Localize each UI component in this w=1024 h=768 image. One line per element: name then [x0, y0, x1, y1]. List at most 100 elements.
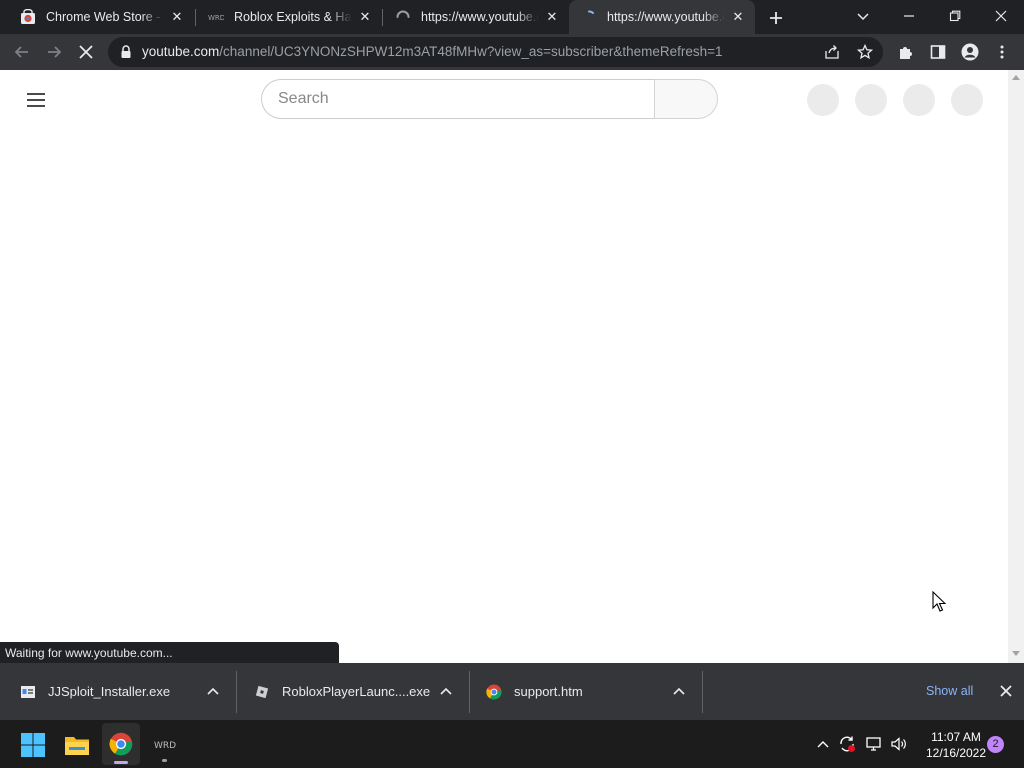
youtube-search-input[interactable]: Search	[261, 79, 655, 119]
restore-icon	[949, 10, 961, 22]
scroll-up-arrow-icon[interactable]	[1012, 74, 1020, 80]
youtube-page: Search	[0, 70, 1008, 663]
tab-youtube-loading[interactable]: https://www.youtube.com/ ✕	[383, 0, 569, 34]
page-scrollbar[interactable]	[1008, 70, 1024, 663]
placeholder-circle	[903, 84, 935, 116]
hamburger-menu-icon	[27, 93, 45, 107]
forward-button[interactable]	[40, 38, 68, 66]
download-filename: JJSploit_Installer.exe	[48, 684, 171, 699]
back-button[interactable]	[8, 38, 36, 66]
tab-chrome-web-store[interactable]: Chrome Web Store - Extensions ✕	[8, 0, 194, 34]
svg-text:WRD: WRD	[208, 14, 224, 22]
close-tab-icon[interactable]: ✕	[356, 8, 374, 26]
loading-spinner-icon	[588, 10, 594, 14]
tab-title: https://www.youtube.com/	[607, 10, 725, 24]
download-item[interactable]: JJSploit_Installer.exe	[20, 663, 170, 720]
tab-youtube-active[interactable]: https://www.youtube.com/ ✕	[569, 0, 755, 34]
profile-button[interactable]	[956, 38, 984, 66]
minimize-icon	[904, 15, 914, 17]
placeholder-circle	[855, 84, 887, 116]
windows-start-icon[interactable]	[20, 732, 46, 758]
installer-file-icon	[21, 685, 35, 698]
download-item[interactable]: support.htm	[486, 663, 583, 720]
close-icon	[995, 10, 1007, 22]
download-separator	[236, 671, 237, 713]
side-panel-icon	[930, 45, 946, 59]
new-tab-button[interactable]	[766, 8, 786, 28]
close-tab-icon[interactable]: ✕	[168, 8, 186, 26]
clock-date: 12/16/2022	[925, 746, 987, 760]
back-arrow-icon	[14, 46, 28, 58]
chrome-web-store-icon	[21, 9, 35, 24]
chrome-menu-button[interactable]	[988, 38, 1016, 66]
url-host: youtube.com	[142, 44, 220, 59]
download-filename: support.htm	[514, 684, 583, 699]
youtube-search-button[interactable]	[654, 79, 718, 119]
download-separator	[469, 671, 470, 713]
show-all-downloads-link[interactable]: Show all	[926, 684, 973, 698]
tab-title: https://www.youtube.com/	[421, 10, 539, 24]
wrd-app-icon: WRD	[154, 741, 176, 751]
puzzle-icon	[900, 47, 912, 59]
windows-taskbar: WRD 11:07 AM 12/16/2022 2	[0, 720, 1024, 768]
chrome-icon	[109, 732, 133, 756]
close-tab-icon[interactable]: ✕	[543, 8, 561, 26]
download-filename: RobloxPlayerLaunc....exe	[282, 684, 431, 699]
chevron-up-icon[interactable]	[439, 685, 453, 699]
download-shelf: JJSploit_Installer.exe RobloxPlayerLaunc…	[0, 663, 1024, 720]
wrd-taskbar-button[interactable]: WRD	[150, 732, 180, 764]
scroll-down-arrow-icon[interactable]	[1012, 651, 1020, 657]
tab-search-button[interactable]	[840, 0, 886, 32]
network-icon[interactable]	[865, 736, 883, 752]
mouse-cursor-icon	[932, 591, 946, 612]
placeholder-circle	[807, 84, 839, 116]
share-icon[interactable]	[824, 44, 840, 60]
active-app-indicator	[114, 761, 128, 764]
extensions-button[interactable]	[892, 38, 920, 66]
browser-toolbar: youtube.com/channel/UC3YNONzSHPW12m3AT48…	[0, 34, 1024, 70]
guide-menu-button[interactable]	[24, 88, 48, 112]
system-clock[interactable]: 11:07 AM 12/16/2022	[918, 729, 994, 761]
side-panel-button[interactable]	[924, 38, 952, 66]
chrome-taskbar-button[interactable]	[102, 723, 140, 765]
close-window-button[interactable]	[978, 0, 1024, 32]
close-icon[interactable]	[998, 683, 1014, 699]
lock-icon[interactable]	[120, 45, 132, 59]
url-path: /channel/UC3YNONzSHPW12m3AT48fMHw?view_a…	[219, 44, 723, 59]
roblox-file-icon	[255, 685, 269, 698]
chevron-down-icon	[857, 13, 869, 21]
download-item[interactable]: RobloxPlayerLaunc....exe	[254, 663, 430, 720]
tab-roblox-exploits[interactable]: WRD Roblox Exploits & Hacks ✕	[196, 0, 382, 34]
plus-icon	[770, 12, 782, 24]
search-placeholder: Search	[278, 90, 329, 107]
tab-strip: Chrome Web Store - Extensions ✕ WRD Robl…	[0, 0, 1024, 34]
file-explorer-icon[interactable]	[64, 732, 90, 758]
download-separator	[702, 671, 703, 713]
loading-spinner-icon	[396, 10, 410, 18]
url-text: youtube.com/channel/UC3YNONzSHPW12m3AT48…	[142, 44, 723, 59]
placeholder-circle	[951, 84, 983, 116]
svg-text:WRD: WRD	[154, 741, 176, 751]
volume-icon[interactable]	[890, 736, 908, 752]
tab-title: Chrome Web Store - Extensions	[46, 10, 164, 24]
running-app-indicator	[162, 759, 167, 762]
clock-time: 11:07 AM	[931, 730, 981, 744]
chevron-up-icon[interactable]	[206, 685, 220, 699]
chevron-up-icon[interactable]	[816, 738, 830, 750]
forward-arrow-icon	[48, 46, 62, 58]
close-tab-icon[interactable]: ✕	[729, 8, 747, 26]
stop-loading-button[interactable]	[72, 38, 100, 66]
minimize-button[interactable]	[886, 0, 932, 32]
wrd-site-icon: WRD	[208, 14, 224, 22]
stop-loading-icon	[79, 45, 93, 59]
chevron-up-icon[interactable]	[672, 685, 686, 699]
tab-title: Roblox Exploits & Hacks	[234, 10, 352, 24]
profile-icon	[961, 43, 979, 61]
sync-icon[interactable]	[838, 735, 856, 753]
notification-badge[interactable]: 2	[987, 736, 1004, 753]
status-bubble: Waiting for www.youtube.com...	[0, 642, 339, 663]
chrome-file-icon	[486, 684, 502, 700]
restore-button[interactable]	[932, 0, 978, 32]
bookmark-star-icon[interactable]	[857, 44, 873, 60]
address-bar[interactable]: youtube.com/channel/UC3YNONzSHPW12m3AT48…	[108, 37, 883, 67]
